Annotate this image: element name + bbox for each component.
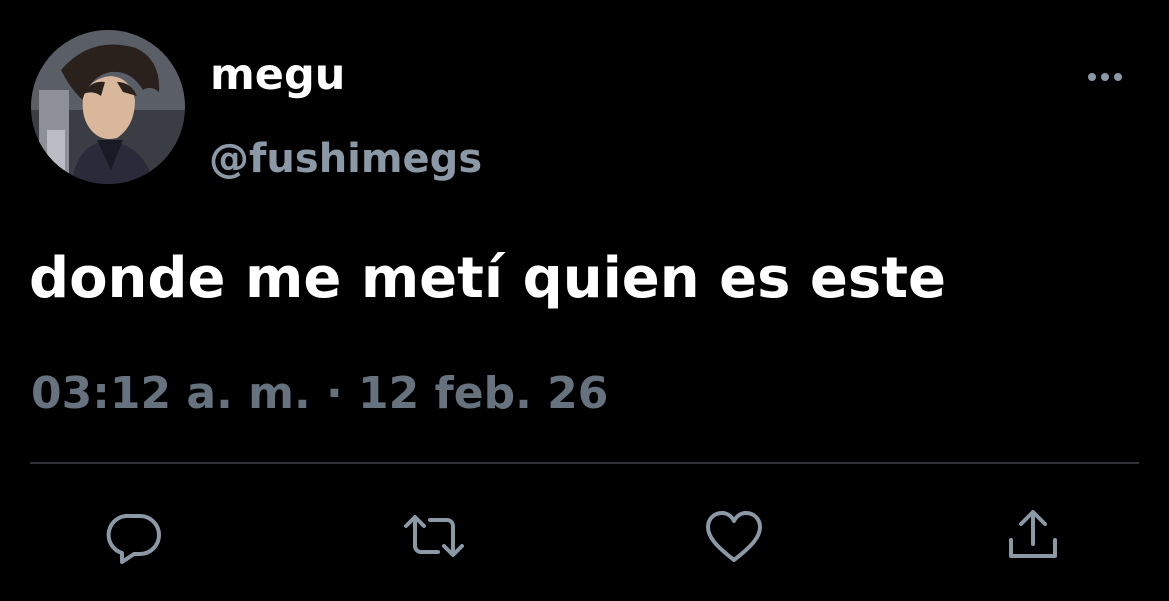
user-handle[interactable]: @fushimegs bbox=[209, 133, 482, 185]
retweet-icon bbox=[404, 515, 464, 557]
more-options-icon[interactable] bbox=[1082, 62, 1128, 92]
divider bbox=[30, 462, 1139, 464]
retweet-button[interactable] bbox=[402, 504, 466, 568]
reply-icon bbox=[106, 513, 161, 564]
meta-separator: · bbox=[326, 368, 343, 419]
tweet-time: 03:12 a. m. bbox=[31, 368, 311, 419]
avatar[interactable] bbox=[31, 30, 185, 184]
heart-icon bbox=[706, 511, 762, 562]
tweet-timestamp[interactable]: 03:12 a. m. · 12 feb. 26 bbox=[31, 366, 608, 422]
reply-button[interactable] bbox=[103, 504, 167, 568]
like-button[interactable] bbox=[702, 504, 766, 568]
share-icon bbox=[1009, 510, 1057, 558]
tweet-card: megu @fushimegs donde me metí quien es e… bbox=[0, 0, 1169, 601]
display-name[interactable]: megu bbox=[210, 48, 345, 102]
tweet-text: donde me metí quien es este bbox=[29, 246, 946, 311]
avatar-image bbox=[31, 30, 185, 184]
tweet-date: 12 feb. 26 bbox=[358, 368, 609, 419]
share-button[interactable] bbox=[1001, 504, 1065, 568]
